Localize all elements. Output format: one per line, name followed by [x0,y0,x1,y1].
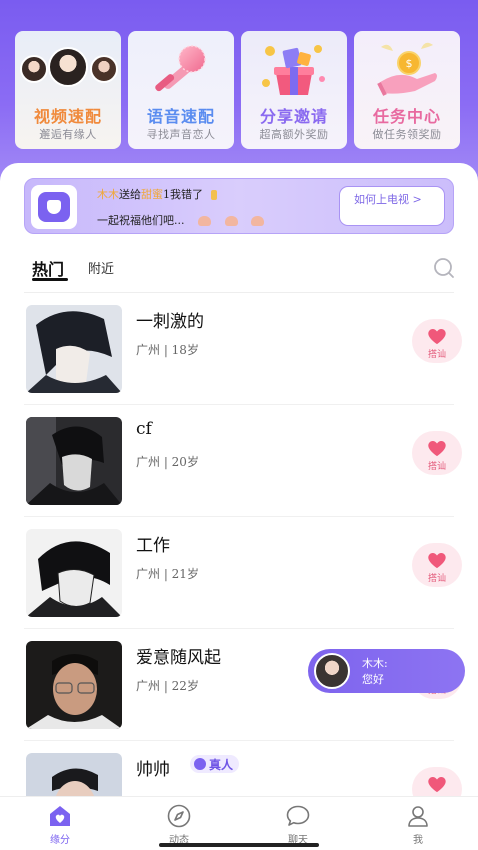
microphone-icon [128,39,234,101]
compass-icon [167,804,191,828]
gift-notice-banner[interactable]: 木木送给甜蜜1我错了 一起祝福他们吧... 如何上电视 > [24,178,454,234]
feature-cards: 视频速配 邂逅有缘人 语音速配 寻找声音恋人 分享邀请 超高额外奖励 $ 任务中… [15,31,463,149]
clap-icon [251,216,264,226]
user-location-age: 广州 | 20岁 [136,455,199,469]
user-list-item[interactable]: cf 广州 | 20岁 搭讪 [0,405,478,517]
heart-icon [428,776,446,793]
tab-label: 缘分 [50,835,70,846]
home-heart-icon [50,806,70,826]
avatar [90,55,118,83]
verified-badge-label: 真人 [209,757,234,772]
person-icon [408,806,428,827]
message-text: 您好 [362,673,384,686]
svg-text:$: $ [406,57,413,70]
gift-icon [210,190,217,200]
video-match-subtitle: 邂逅有缘人 [39,128,97,141]
user-photo[interactable] [26,641,122,729]
tab-fate[interactable]: 缘分 [20,803,100,847]
gift-box-icon [241,39,347,101]
heart-icon [428,440,446,457]
tab-chat[interactable]: 聊天 [258,803,338,847]
greet-label: 搭讪 [427,350,446,360]
task-center-title: 任务中心 [372,107,441,126]
chat-bubble-icon [286,805,310,826]
heart-icon [428,552,446,569]
greet-label: 搭讪 [427,462,446,472]
user-name: 一刺激的 [136,312,204,332]
user-location-age: 广州 | 21岁 [136,567,199,581]
bottom-tab-bar: 缘分 动态 聊天 我 [0,796,478,850]
notice-line-2: 一起祝福他们吧... [97,212,264,228]
coin-hand-icon: $ [354,39,460,101]
tab-hot[interactable]: 热门 [32,256,64,280]
user-photo[interactable] [26,417,122,505]
greet-button[interactable]: 搭讪 [412,543,462,587]
share-invite-title: 分享邀请 [259,107,328,126]
app-logo [31,185,77,229]
user-name: cf [136,419,152,439]
voice-match-title: 语音速配 [146,107,215,126]
tab-moments[interactable]: 动态 [139,803,219,847]
notice-receiver: 甜蜜 [141,188,163,201]
message-sender: 木木: [362,657,388,670]
user-photo[interactable] [26,529,122,617]
notice-line-1: 木木送给甜蜜1我错了 [97,186,217,202]
user-name-text: 帅帅 [136,760,170,780]
user-location-age: 广州 | 22岁 [136,679,199,693]
clap-icon [224,216,238,226]
notice-verb: 送给 [119,188,141,201]
notice-cheer-text: 一起祝福他们吧... [97,214,185,227]
user-name: 爱意随风起 [136,648,221,668]
heart-icon [428,328,446,345]
verified-check-icon [194,758,206,770]
avatar [314,653,350,689]
clap-icon [198,216,211,226]
tab-nearby[interactable]: 附近 [88,258,114,277]
search-icon[interactable] [432,256,456,280]
share-invite-subtitle: 超高额外奖励 [259,128,329,141]
how-to-get-on-tv-button[interactable]: 如何上电视 > [339,186,445,226]
avatar [48,47,88,87]
video-match-title: 视频速配 [33,107,102,126]
voice-match-subtitle: 寻找声音恋人 [146,128,216,141]
notice-sender: 木木 [97,188,119,201]
avatar [20,55,48,83]
task-center-subtitle: 做任务领奖励 [372,128,442,141]
active-tab-indicator [32,278,68,281]
verified-badge: 真人 [190,755,240,773]
greet-button[interactable]: 搭讪 [412,431,462,475]
voice-match-card[interactable]: 语音速配 寻找声音恋人 [128,31,234,149]
incoming-message-popup[interactable]: 木木: 您好 [308,649,465,693]
notice-tail: 1我错了 [163,188,203,201]
greet-label: 搭讪 [427,574,446,584]
video-match-card[interactable]: 视频速配 邂逅有缘人 [15,31,121,149]
user-photo[interactable] [26,305,122,393]
user-list-item[interactable]: 一刺激的 广州 | 18岁 搭讪 [0,293,478,405]
user-name: 帅帅 [136,755,170,780]
tab-label: 我 [413,835,423,846]
avatar-cluster-icon [15,39,121,101]
home-indicator [159,843,319,847]
user-location-age: 广州 | 18岁 [136,343,199,357]
share-invite-card[interactable]: 分享邀请 超高额外奖励 [241,31,347,149]
greet-button[interactable]: 搭讪 [412,319,462,363]
user-name: 工作 [136,536,170,556]
tab-me[interactable]: 我 [378,803,458,847]
user-list-item[interactable]: 工作 广州 | 21岁 搭讪 [0,517,478,629]
task-center-card[interactable]: $ 任务中心 做任务领奖励 [354,31,460,149]
